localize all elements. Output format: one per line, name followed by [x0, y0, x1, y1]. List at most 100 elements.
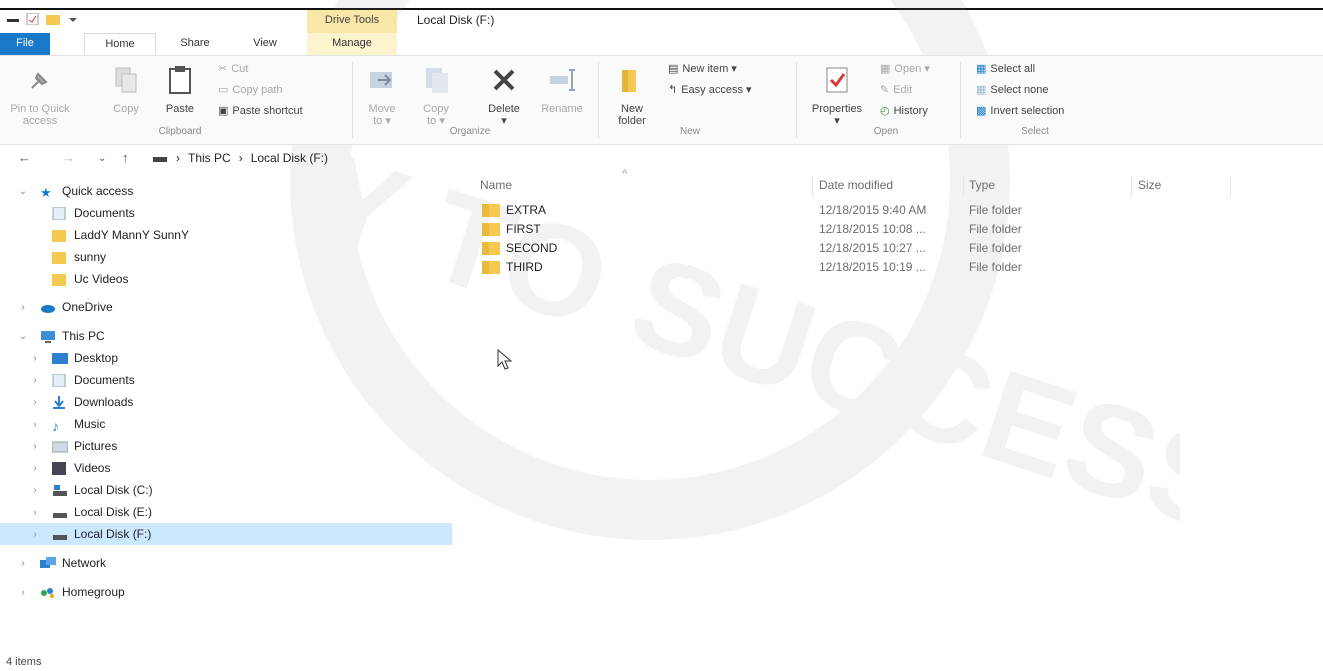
tab-view[interactable]: View: [240, 33, 290, 55]
ribbon-divider: [960, 62, 961, 138]
nav-network[interactable]: › Network: [0, 552, 452, 574]
nav-homegroup[interactable]: › Homegroup: [0, 581, 452, 603]
nav-music[interactable]: › ♪ Music: [0, 413, 452, 435]
collapsed-chevron-icon[interactable]: ›: [16, 302, 30, 313]
expanded-chevron-icon[interactable]: ⌄: [16, 186, 30, 197]
table-row[interactable]: SECOND 12/18/2015 10:27 ... File folder: [478, 239, 1078, 258]
edit-button[interactable]: ✎ Edit: [880, 83, 912, 97]
nav-qa-sunny[interactable]: sunny: [0, 246, 452, 268]
column-header-size[interactable]: Size: [1138, 178, 1161, 192]
column-divider[interactable]: [1230, 176, 1231, 196]
pin-to-quick-access-button[interactable]: Pin to Quick access: [6, 64, 74, 127]
ribbon-divider: [598, 62, 599, 138]
column-divider[interactable]: [963, 176, 964, 196]
column-header-name[interactable]: Name: [480, 178, 512, 192]
table-row[interactable]: FIRST 12/18/2015 10:08 ... File folder: [478, 220, 1078, 239]
nav-qa-laddy-manny-sunny[interactable]: LaddY MannY SunnY: [0, 224, 452, 246]
collapsed-chevron-icon[interactable]: ›: [28, 397, 42, 408]
nav-onedrive[interactable]: › OneDrive: [0, 296, 452, 318]
sort-arrow-icon: ^: [622, 168, 628, 180]
nav-desktop[interactable]: › Desktop: [0, 347, 452, 369]
folder-icon: [52, 251, 68, 264]
collapsed-chevron-icon[interactable]: ›: [28, 419, 42, 430]
new-item-button[interactable]: ▤ New item ▾: [668, 62, 737, 75]
ribbon-divider: [352, 62, 353, 138]
nav-label: Homegroup: [62, 585, 125, 599]
paste-shortcut-button[interactable]: ▣ Paste shortcut: [218, 104, 303, 118]
nav-local-disk-f[interactable]: › Local Disk (F:): [0, 523, 452, 545]
nav-this-pc[interactable]: ⌄ This PC: [0, 325, 452, 347]
nav-pictures[interactable]: › Pictures: [0, 435, 452, 457]
nav-downloads[interactable]: › Downloads: [0, 391, 452, 413]
new-folder-qat-icon[interactable]: [46, 13, 60, 25]
tab-share[interactable]: Share: [170, 33, 220, 55]
delete-button[interactable]: Delete ▾: [480, 64, 528, 127]
collapsed-chevron-icon[interactable]: ›: [16, 558, 30, 569]
paste-button[interactable]: Paste: [158, 64, 202, 115]
rename-button[interactable]: Rename: [534, 64, 590, 115]
invert-selection-icon: ▩: [976, 105, 987, 117]
up-arrow-icon[interactable]: ↑: [122, 150, 129, 165]
copy-path-button[interactable]: ▭ Copy path: [218, 83, 283, 97]
forward-arrow-icon[interactable]: →: [62, 150, 75, 165]
collapsed-chevron-icon[interactable]: ›: [28, 441, 42, 452]
copy-to-button[interactable]: Copy to ▾: [414, 64, 458, 127]
column-header-type[interactable]: Type: [969, 178, 995, 192]
videos-icon: [52, 461, 68, 475]
move-label-1: Move: [368, 103, 396, 115]
homegroup-icon: [40, 586, 56, 599]
back-arrow-icon[interactable]: ←: [18, 150, 31, 165]
column-divider[interactable]: [812, 176, 813, 196]
properties-button[interactable]: Properties ▾: [802, 64, 872, 127]
cut-button[interactable]: ✂ Cut: [218, 62, 248, 76]
tab-manage[interactable]: Manage: [307, 33, 397, 55]
move-to-button[interactable]: Move to ▾: [360, 64, 404, 127]
easy-access-button[interactable]: ↰ Easy access ▾: [668, 83, 752, 96]
nav-quick-access[interactable]: ⌄ ★ Quick access: [0, 180, 452, 202]
select-all-button[interactable]: ▦ Select all: [976, 62, 1035, 76]
collapsed-chevron-icon[interactable]: ›: [28, 507, 42, 518]
column-header-date-modified[interactable]: Date modified: [819, 178, 893, 192]
pictures-icon: [51, 440, 69, 453]
collapsed-chevron-icon[interactable]: ›: [28, 529, 42, 540]
invert-selection-button[interactable]: ▩ Invert selection: [976, 104, 1064, 118]
breadcrumb-local-disk-f[interactable]: Local Disk (F:): [251, 151, 328, 165]
collapsed-chevron-icon[interactable]: ›: [16, 587, 30, 598]
customize-qat-icon[interactable]: [66, 13, 80, 25]
nav-qa-documents[interactable]: Documents: [0, 202, 452, 224]
nav-documents[interactable]: › Documents: [0, 369, 452, 391]
nav-label: OneDrive: [62, 300, 113, 314]
table-row[interactable]: THIRD 12/18/2015 10:19 ... File folder: [478, 258, 1078, 277]
recent-locations-chevron-icon[interactable]: ⌄: [98, 153, 106, 164]
collapsed-chevron-icon[interactable]: ›: [28, 375, 42, 386]
file-name: FIRST: [506, 222, 541, 236]
pin-label-2: access: [22, 115, 58, 127]
new-folder-button[interactable]: New folder: [610, 64, 654, 127]
nav-videos[interactable]: › Videos: [0, 457, 452, 479]
music-note-icon: ♪: [52, 417, 59, 434]
collapsed-chevron-icon[interactable]: ›: [28, 353, 42, 364]
column-divider[interactable]: [1131, 176, 1132, 196]
tab-file[interactable]: File: [0, 33, 50, 55]
open-button[interactable]: ▦ Open ▾: [880, 62, 930, 75]
nav-label: LaddY MannY SunnY: [74, 228, 189, 242]
properties-qat-icon[interactable]: [26, 12, 40, 26]
window-menu-icon[interactable]: [6, 13, 20, 25]
expanded-chevron-icon[interactable]: ⌄: [16, 331, 30, 342]
history-button[interactable]: ◴ History: [880, 104, 928, 118]
select-none-button[interactable]: ▦ Select none: [976, 83, 1049, 97]
tab-home[interactable]: Home: [84, 33, 156, 55]
breadcrumb[interactable]: › This PC › Local Disk (F:): [152, 151, 328, 165]
nav-qa-uc-videos[interactable]: Uc Videos: [0, 268, 452, 290]
edit-icon: ✎: [880, 84, 890, 96]
collapsed-chevron-icon[interactable]: ›: [28, 463, 42, 474]
file-type: File folder: [969, 222, 1022, 236]
delete-label: Delete: [488, 103, 520, 115]
collapsed-chevron-icon[interactable]: ›: [28, 485, 42, 496]
copy-button[interactable]: Copy: [106, 64, 146, 115]
ribbon-tabs: File Home Share View Manage: [0, 33, 1323, 55]
nav-local-disk-e[interactable]: › Local Disk (E:): [0, 501, 452, 523]
table-row[interactable]: EXTRA 12/18/2015 9:40 AM File folder: [478, 201, 1078, 220]
breadcrumb-this-pc[interactable]: This PC: [188, 151, 231, 165]
nav-local-disk-c[interactable]: › Local Disk (C:): [0, 479, 452, 501]
